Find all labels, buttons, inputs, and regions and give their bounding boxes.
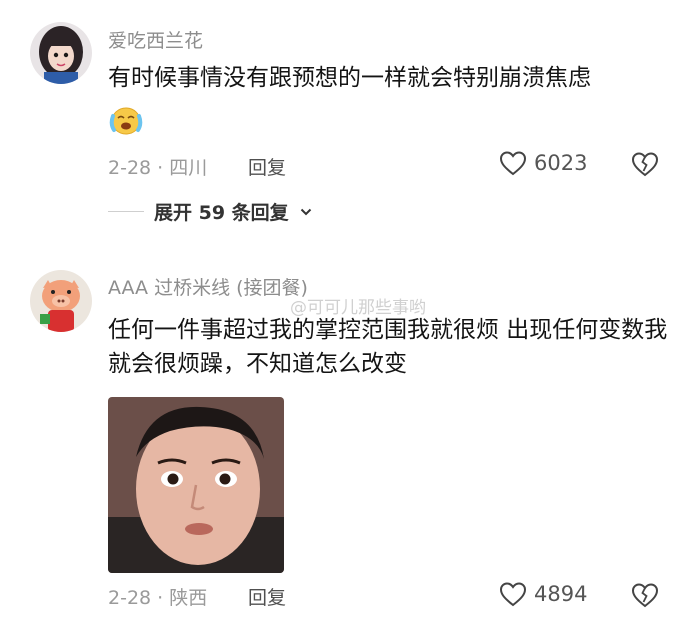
avatar[interactable] xyxy=(30,22,92,84)
username[interactable]: AAA 过桥米线 (接团餐) xyxy=(108,273,308,300)
comment-image[interactable] xyxy=(108,397,284,573)
like-button[interactable]: 4894 xyxy=(498,580,587,608)
comment-meta: 2-28 · 陕西 xyxy=(108,587,208,609)
like-button[interactable]: 6023 xyxy=(498,149,587,177)
expand-replies-label: 展开 59 条回复 xyxy=(154,202,289,224)
comment-text: 任何一件事超过我的掌控范围我就很烦 出现任何变数我就会很烦躁，不知道怎么改变 xyxy=(108,317,668,377)
crying-face-emoji-icon xyxy=(108,104,144,136)
expand-replies-button[interactable]: 展开 59 条回复 xyxy=(108,198,313,225)
reply-button[interactable]: 回复 xyxy=(248,153,286,180)
reply-button[interactable]: 回复 xyxy=(248,583,286,610)
username[interactable]: 爱吃西兰花 xyxy=(108,26,203,53)
comment-text: 有时候事情没有跟预想的一样就会特别崩溃焦虑 xyxy=(108,65,591,91)
dislike-button[interactable] xyxy=(630,580,660,610)
like-count: 4894 xyxy=(534,582,588,606)
comment-meta: 2-28 · 四川 xyxy=(108,157,208,179)
heart-icon xyxy=(499,582,527,607)
heart-icon xyxy=(499,151,527,176)
divider xyxy=(108,211,144,212)
dislike-button[interactable] xyxy=(630,149,660,179)
broken-heart-icon xyxy=(631,583,659,608)
comment-item: 爱吃西兰花 有时候事情没有跟预想的一样就会特别崩溃焦虑 2-28 · 四川 回复… xyxy=(0,0,690,240)
like-count: 6023 xyxy=(534,151,588,175)
watermark: @可可儿那些事哟 xyxy=(290,298,426,318)
avatar[interactable] xyxy=(30,270,92,332)
chevron-down-icon xyxy=(300,208,311,215)
broken-heart-icon xyxy=(631,152,659,177)
